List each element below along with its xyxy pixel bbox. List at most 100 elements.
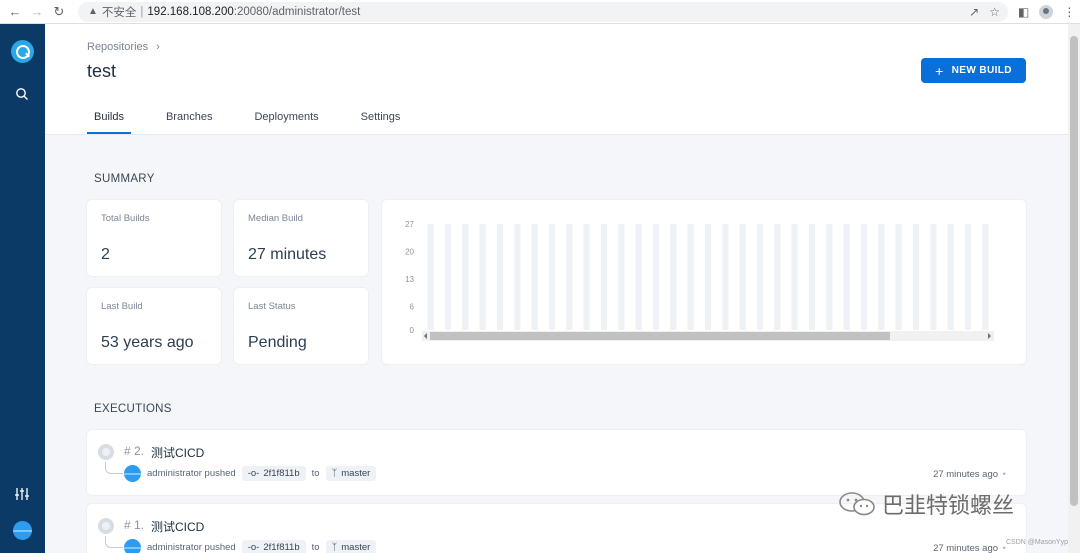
repo-header: Repositories › test + NEW BUILD Builds Br… xyxy=(45,24,1068,135)
execution-number: # 1. xyxy=(124,518,145,532)
bar[interactable] xyxy=(947,224,954,330)
plus-icon: + xyxy=(935,62,944,79)
source-credit: CSDN @MasonYyp xyxy=(1006,539,1068,546)
drone-logo-icon[interactable] xyxy=(11,40,34,63)
last-build-card: Last Build 53 years ago xyxy=(87,288,221,364)
breadcrumb[interactable]: Repositories › xyxy=(87,41,160,53)
bar[interactable] xyxy=(964,224,972,330)
commit-sha: 2f1f811b xyxy=(263,542,300,553)
back-arrow-icon[interactable]: ← xyxy=(4,1,26,23)
y-tick-label: 0 xyxy=(410,326,415,335)
y-tick-label: 20 xyxy=(405,247,414,256)
branch-pill[interactable]: ᛉ master xyxy=(325,466,377,481)
bar[interactable] xyxy=(739,224,746,330)
execution-name[interactable]: 测试CICD xyxy=(151,518,204,535)
reload-icon[interactable]: ↻ xyxy=(48,1,70,23)
bar[interactable] xyxy=(774,224,781,330)
bar[interactable] xyxy=(531,224,538,330)
bar[interactable] xyxy=(583,224,590,330)
pending-status-icon xyxy=(98,518,114,534)
avatar xyxy=(124,465,141,482)
branch-pill[interactable]: ᛉ master xyxy=(325,540,377,553)
branch-name: master xyxy=(341,542,371,553)
execution-time-text: 27 minutes ago xyxy=(933,469,999,480)
chevron-right-icon: › xyxy=(156,41,160,53)
bar[interactable] xyxy=(791,224,798,330)
median-build-label: Median Build xyxy=(248,213,303,224)
executions-title: EXECUTIONS xyxy=(94,403,172,415)
to-label: to xyxy=(311,542,320,553)
kebab-menu-icon[interactable]: ⋮ xyxy=(1063,5,1075,19)
execution-meta: administrator pushed -o- 2f1f811b to ᛉ mas… xyxy=(124,539,377,553)
execution-number: # 2. xyxy=(124,444,145,458)
tab-branches[interactable]: Branches xyxy=(159,110,219,135)
branch-icon: ᛉ xyxy=(331,542,338,553)
bar[interactable] xyxy=(548,224,556,330)
bar[interactable] xyxy=(722,224,729,330)
side-panel-icon[interactable]: ◧ xyxy=(1018,5,1029,19)
bar[interactable] xyxy=(514,224,521,330)
to-label: to xyxy=(311,468,320,479)
bar[interactable] xyxy=(982,224,989,330)
bar[interactable] xyxy=(843,224,850,330)
branch-connector xyxy=(105,536,123,548)
bar[interactable] xyxy=(704,224,712,330)
chart-scrollbar-thumb[interactable] xyxy=(430,332,890,340)
page-title: test xyxy=(87,61,117,81)
bar[interactable] xyxy=(860,224,868,330)
left-rail xyxy=(0,24,45,553)
bar[interactable] xyxy=(427,224,434,330)
tab-deployments[interactable]: Deployments xyxy=(247,110,325,135)
y-tick-label: 6 xyxy=(410,302,415,311)
bar[interactable] xyxy=(930,224,937,330)
bar[interactable] xyxy=(635,224,642,330)
wechat-logo-icon xyxy=(839,492,875,516)
breadcrumb-repositories[interactable]: Repositories xyxy=(87,41,148,53)
bar[interactable] xyxy=(496,224,504,330)
sliders-icon[interactable] xyxy=(14,486,30,502)
share-icon[interactable]: ↗ xyxy=(969,5,979,19)
search-icon[interactable] xyxy=(15,87,29,101)
branch-name: master xyxy=(341,468,371,479)
bar[interactable] xyxy=(912,224,920,330)
page-scrollbar[interactable] xyxy=(1068,24,1080,553)
page-scrollbar-thumb[interactable] xyxy=(1070,36,1078,506)
execution-row[interactable]: # 2. 测试CICD administrator pushed -o- 2f1f… xyxy=(87,430,1026,495)
bar[interactable] xyxy=(756,224,764,330)
execution-time-text: 27 minutes ago xyxy=(933,543,999,553)
execution-name[interactable]: 测试CICD xyxy=(151,444,204,461)
commit-pill[interactable]: -o- 2f1f811b xyxy=(241,540,306,553)
bar[interactable] xyxy=(652,224,660,330)
bar[interactable] xyxy=(462,224,469,330)
commit-icon: -o- xyxy=(247,468,260,479)
total-builds-card: Total Builds 2 xyxy=(87,200,221,276)
commit-pill[interactable]: -o- 2f1f811b xyxy=(241,466,306,481)
bar[interactable] xyxy=(878,224,885,330)
address-bar[interactable]: ▲ 不安全 | 192.168.108.200 :20080/administr… xyxy=(78,1,1008,22)
bookmark-star-icon[interactable]: ☆ xyxy=(989,5,1000,19)
bar[interactable] xyxy=(566,224,573,330)
repo-tabs: Builds Branches Deployments Settings xyxy=(87,110,407,135)
branch-connector xyxy=(105,462,123,474)
commit-icon: -o- xyxy=(247,542,260,553)
bar[interactable] xyxy=(600,224,608,330)
avatar xyxy=(124,539,141,553)
tab-builds[interactable]: Builds xyxy=(87,110,131,135)
bar[interactable] xyxy=(687,224,694,330)
url-separator: | xyxy=(140,5,144,18)
bar[interactable] xyxy=(808,224,816,330)
total-builds-value: 2 xyxy=(101,246,110,263)
tab-settings[interactable]: Settings xyxy=(354,110,408,135)
last-build-label: Last Build xyxy=(101,301,143,312)
insecure-label: 不安全 xyxy=(101,6,137,19)
bar[interactable] xyxy=(826,224,833,330)
bar[interactable] xyxy=(670,224,677,330)
bar[interactable] xyxy=(479,224,486,330)
bar[interactable] xyxy=(444,224,452,330)
profile-avatar-icon[interactable] xyxy=(1039,4,1054,19)
forward-arrow-icon[interactable]: → xyxy=(26,1,48,23)
bar[interactable] xyxy=(895,224,902,330)
bar[interactable] xyxy=(618,224,625,330)
user-avatar[interactable] xyxy=(13,521,32,540)
new-build-button[interactable]: + NEW BUILD xyxy=(921,58,1026,83)
